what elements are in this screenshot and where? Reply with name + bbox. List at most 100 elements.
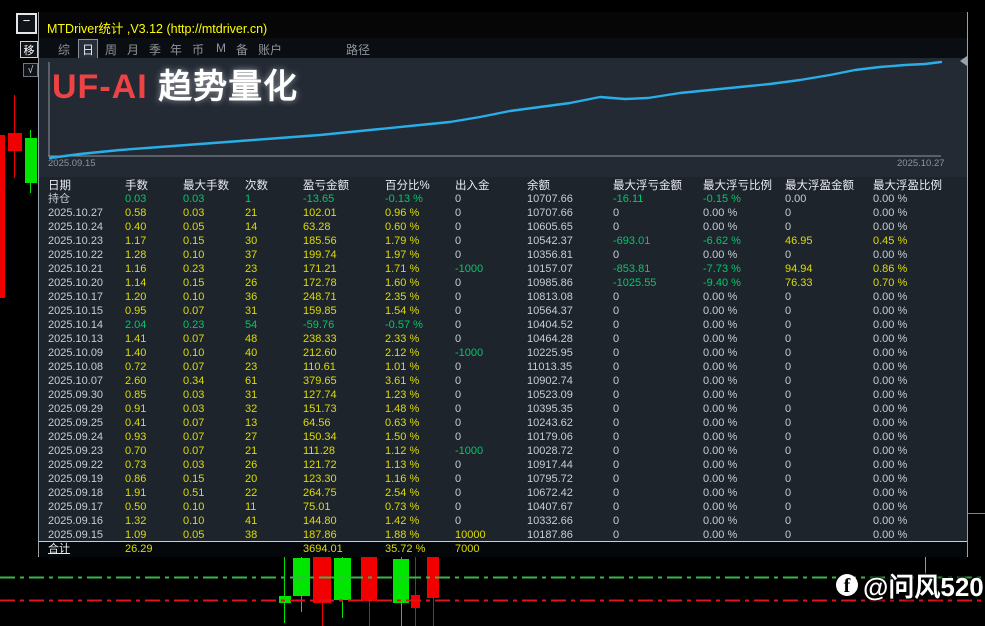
cell: 14 xyxy=(245,220,257,234)
cell: 0.00 % xyxy=(873,444,907,458)
table-row[interactable]: 2025.10.091.400.1040212.602.12 %-1000102… xyxy=(39,346,967,360)
table-row[interactable]: 2025.10.201.140.1526172.781.60 %010985.8… xyxy=(39,276,967,290)
cell: 0.07 xyxy=(183,360,204,374)
cell: 2025.09.15 xyxy=(48,528,103,542)
cell: 0.00 % xyxy=(873,528,907,542)
cell: 0 xyxy=(455,458,461,472)
table-row[interactable]: 2025.10.231.170.1530185.561.79 %010542.3… xyxy=(39,234,967,248)
cell: 0 xyxy=(613,458,619,472)
cell: 1.09 xyxy=(125,528,146,542)
cell: 61 xyxy=(245,374,257,388)
cell: 0.00 % xyxy=(873,416,907,430)
minimize-button[interactable]: − xyxy=(16,13,37,34)
title-bar[interactable]: MTDriver统计 ,V3.12 (http://mtdriver.cn) xyxy=(39,12,967,38)
table-row[interactable]: 2025.10.240.400.051463.280.60 %010605.65… xyxy=(39,220,967,234)
move-button[interactable]: 移 xyxy=(20,41,38,58)
menu-item-5[interactable]: 季 xyxy=(146,40,164,59)
cell: 0.00 % xyxy=(873,318,907,332)
cell: 7000 xyxy=(455,542,479,557)
menu-bar: 综日周月季年币M备账户 路径 xyxy=(39,38,967,58)
candlestick xyxy=(361,557,377,601)
table-row[interactable]: 2025.10.131.410.0748238.332.33 %010464.2… xyxy=(39,332,967,346)
cell: 0.00 % xyxy=(873,360,907,374)
cell: 10000 xyxy=(455,528,486,542)
table-row[interactable]: 2025.10.142.040.2354-59.76-0.57 %010404.… xyxy=(39,318,967,332)
cell: 0.00 % xyxy=(703,360,737,374)
cell: 0.00 % xyxy=(703,248,737,262)
column-header: 最大浮亏金额 xyxy=(613,179,682,193)
cell: 0 xyxy=(785,388,791,402)
cell: -1000 xyxy=(455,444,483,458)
table-row[interactable]: 2025.10.072.600.3461379.653.61 %010902.7… xyxy=(39,374,967,388)
menu-item-3[interactable]: 周 xyxy=(102,40,120,59)
cell: 0 xyxy=(785,444,791,458)
cell: 0.95 xyxy=(125,304,146,318)
table-row[interactable]: 2025.09.190.860.1520123.301.16 %010795.7… xyxy=(39,472,967,486)
table-row[interactable]: 2025.09.151.090.0538187.861.88 %10000101… xyxy=(39,528,967,542)
cell: 2025.10.08 xyxy=(48,360,103,374)
cell: 0.00 % xyxy=(703,304,737,318)
table-row[interactable]: 2025.09.250.410.071364.560.63 %010243.62… xyxy=(39,416,967,430)
menu-item-10[interactable]: 账户 xyxy=(255,40,285,59)
table-row[interactable]: 2025.10.221.280.1037199.741.97 %010356.8… xyxy=(39,248,967,262)
table-row[interactable]: 2025.09.240.930.0727150.341.50 %010179.0… xyxy=(39,430,967,444)
table-row[interactable]: 2025.10.270.580.0321102.010.96 %010707.6… xyxy=(39,206,967,220)
cell: 合计 xyxy=(48,542,70,557)
menu-item-6[interactable]: 年 xyxy=(167,40,185,59)
table-row[interactable]: 持仓0.030.031-13.65-0.13 %010707.66-16.11-… xyxy=(39,192,967,206)
total-row: 合计26.293694.0135.72 %7000 xyxy=(39,541,967,557)
cell: 32 xyxy=(245,402,257,416)
candlestick xyxy=(279,596,291,603)
cell: 37 xyxy=(245,248,257,262)
cell: 10523.09 xyxy=(527,388,573,402)
candlestick xyxy=(334,558,351,600)
brand-title: UF-AI 趋势量化 xyxy=(52,59,298,108)
check-button[interactable]: √ xyxy=(23,63,38,77)
cell: 1.71 % xyxy=(385,262,419,276)
cell: 0 xyxy=(613,528,619,542)
cell: 1.60 % xyxy=(385,276,419,290)
menu-item-11[interactable]: 路径 xyxy=(343,40,373,59)
table-row[interactable]: 2025.09.220.730.0326121.721.13 %010917.4… xyxy=(39,458,967,472)
cell: 0.03 xyxy=(183,458,204,472)
cell: 2025.10.27 xyxy=(48,206,103,220)
cell: 0 xyxy=(613,514,619,528)
chart-date-start: 2025.09.15 xyxy=(48,158,96,169)
cell: 0 xyxy=(455,514,461,528)
cell: 0 xyxy=(785,318,791,332)
cell: 0.73 xyxy=(125,458,146,472)
cell: 持仓 xyxy=(48,192,70,206)
table-row[interactable]: 2025.09.181.910.5122264.752.54 %010672.4… xyxy=(39,486,967,500)
table-row[interactable]: 2025.10.211.160.2323171.211.71 %-1000101… xyxy=(39,262,967,276)
cell: 0.00 % xyxy=(873,402,907,416)
table-row[interactable]: 2025.10.080.720.0723110.611.01 %011013.3… xyxy=(39,360,967,374)
table-row[interactable]: 2025.09.230.700.0721111.281.12 %-1000100… xyxy=(39,444,967,458)
menu-item-9[interactable]: 备 xyxy=(233,40,251,59)
menu-item-8[interactable]: M xyxy=(213,40,229,56)
cell: 0 xyxy=(785,416,791,430)
cell: 1.42 % xyxy=(385,514,419,528)
menu-item-2[interactable]: 日 xyxy=(78,39,98,60)
cell: 0 xyxy=(455,248,461,262)
menu-item-1[interactable]: 综 xyxy=(55,40,73,59)
cell: 2.12 % xyxy=(385,346,419,360)
table-row[interactable]: 2025.09.170.500.101175.010.73 %010407.67… xyxy=(39,500,967,514)
table-row[interactable]: 2025.09.161.320.1041144.801.42 %010332.6… xyxy=(39,514,967,528)
cell: -7.73 % xyxy=(703,262,741,276)
cell: -1025.55 xyxy=(613,276,656,290)
table-row[interactable]: 2025.10.150.950.0731159.851.54 %010564.3… xyxy=(39,304,967,318)
table-header-row: 日期手数最大手数次数盈亏金额百分比%出入金余额最大浮亏金额最大浮亏比例最大浮盈金… xyxy=(39,179,967,193)
menu-item-4[interactable]: 月 xyxy=(124,40,142,59)
cell: 21 xyxy=(245,206,257,220)
table-row[interactable]: 2025.09.300.850.0331127.741.23 %010523.0… xyxy=(39,388,967,402)
candle-wick xyxy=(284,557,285,623)
cell: 0.00 % xyxy=(703,206,737,220)
cell: 110.61 xyxy=(303,360,336,374)
menu-item-7[interactable]: 币 xyxy=(189,40,207,59)
cell: 10795.72 xyxy=(527,472,573,486)
cell: 0 xyxy=(455,388,461,402)
table-row[interactable]: 2025.10.171.200.1036248.712.35 %010813.0… xyxy=(39,290,967,304)
cell: 379.65 xyxy=(303,374,337,388)
cell: 40 xyxy=(245,346,257,360)
table-row[interactable]: 2025.09.290.910.0332151.731.48 %010395.3… xyxy=(39,402,967,416)
